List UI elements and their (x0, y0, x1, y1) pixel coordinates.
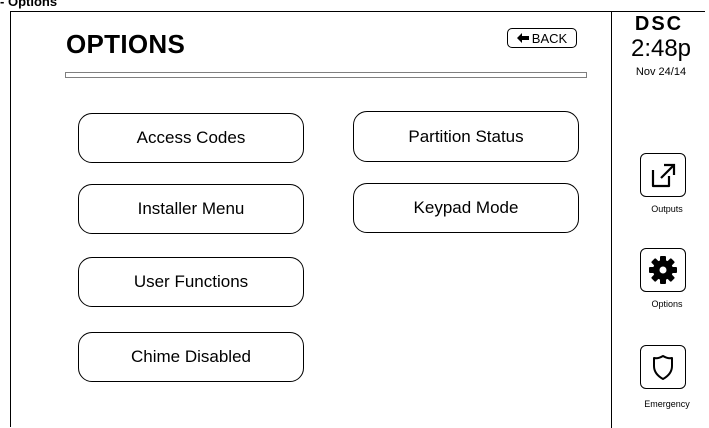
emergency-label: Emergency (644, 399, 690, 409)
clock-date: Nov 24/14 (635, 66, 687, 78)
sidebar-divider (611, 11, 612, 428)
access-codes-button[interactable]: Access Codes (78, 113, 304, 163)
shield-icon (653, 355, 673, 380)
keypad-mode-button[interactable]: Keypad Mode (353, 183, 579, 233)
page-title: OPTIONS (66, 29, 186, 59)
options-button[interactable] (640, 248, 686, 292)
external-link-icon (651, 163, 676, 188)
partition-status-button[interactable]: Partition Status (353, 111, 579, 162)
user-functions-label: User Functions (133, 272, 249, 291)
page-caption: ‑ Options (0, 0, 57, 9)
emergency-button[interactable] (640, 345, 686, 389)
options-label: Options (651, 299, 683, 309)
access-codes-label: Access Codes (136, 128, 246, 147)
caption-text: Options (7, 0, 58, 9)
chime-disabled-button[interactable]: Chime Disabled (78, 332, 304, 382)
back-button[interactable]: BACK (507, 28, 577, 48)
arrow-left-icon (516, 33, 529, 43)
gear-icon (649, 256, 677, 284)
brand-logo: DSC (634, 13, 684, 35)
outputs-label: Outputs (651, 204, 683, 214)
user-functions-button[interactable]: User Functions (78, 257, 304, 307)
installer-menu-label: Installer Menu (137, 199, 245, 218)
title-underline (65, 72, 587, 78)
clock-time: 2:48p (630, 35, 692, 62)
outputs-button[interactable] (640, 153, 686, 197)
keypad-mode-label: Keypad Mode (413, 198, 519, 217)
installer-menu-button[interactable]: Installer Menu (78, 184, 304, 234)
partition-status-label: Partition Status (408, 126, 524, 146)
chime-disabled-label: Chime Disabled (131, 347, 251, 366)
back-button-label: BACK (531, 30, 568, 46)
